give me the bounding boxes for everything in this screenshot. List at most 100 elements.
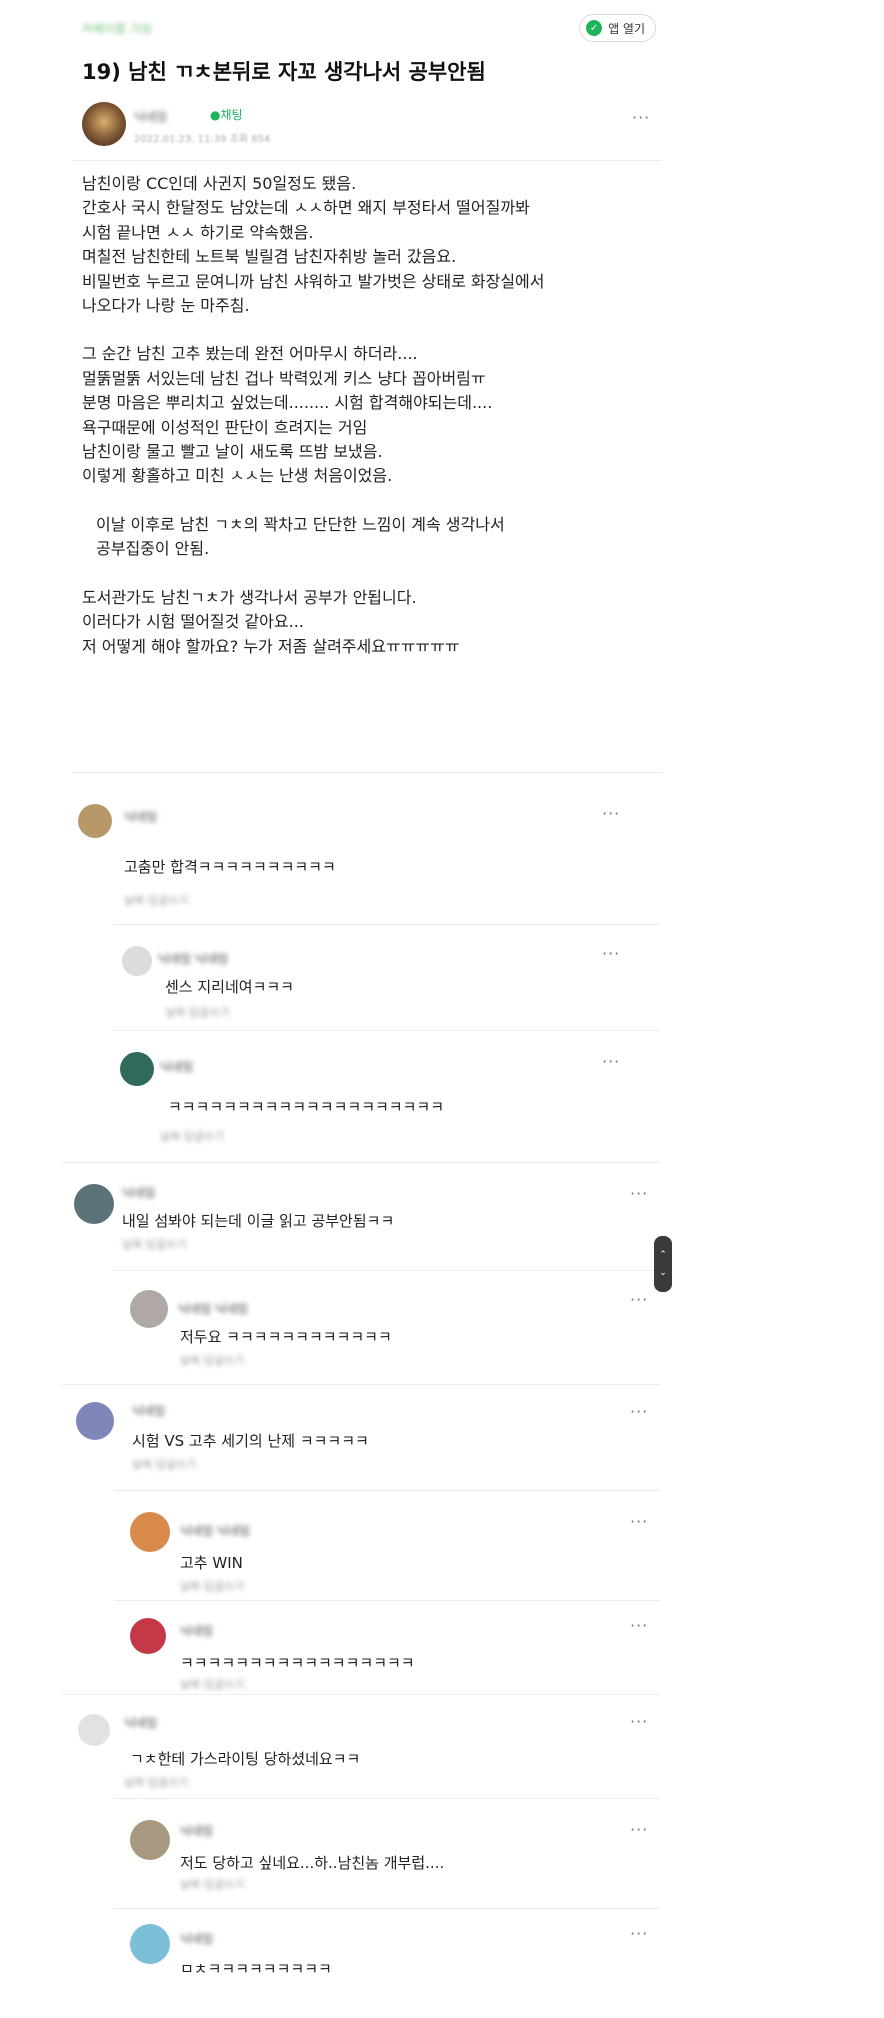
body-line: 이날 이후로 남친 ㄱㅊ의 꽉차고 단단한 느낌이 계속 생각나서	[96, 514, 505, 534]
body-line: 멀뚥멀뚥 서있는데 남친 겁나 박력있게 키스 냥다 꼽아버림ㅠ	[82, 368, 486, 388]
body-line: 분명 마음은 뿌리치고 싶었는데........ 시험 합격해야되는데....	[82, 393, 493, 413]
commenter-name[interactable]: 닉네임 닉네임	[178, 1300, 248, 1317]
body-line: 그 순간 남친 고추 봤는데 완전 어마무시 하더라....	[82, 344, 418, 364]
chat-link[interactable]: ●채팅	[210, 106, 243, 123]
body-line: 며칠전 남친한테 노트북 빌릴겸 남친자취방 놀러 갔음요.	[82, 247, 457, 267]
comment-meta: 날짜 답글쓰기	[180, 1878, 245, 1891]
comment-more-icon[interactable]: ···	[630, 1290, 648, 1309]
comment-text: ㅋㅋㅋㅋㅋㅋㅋㅋㅋㅋㅋㅋㅋㅋㅋㅋㅋㅋㅋㅋ	[168, 1098, 445, 1116]
comment-text: 고추 WIN	[180, 1554, 243, 1572]
comment-meta: 날짜 답글쓰기	[165, 1006, 230, 1019]
post-author: 닉네임 ●채팅 2022.01.23. 11:39 조회 854 ···	[82, 102, 656, 150]
comment-meta: 날짜 답글쓰기	[180, 1354, 245, 1367]
body-line: 남친이랑 물고 빨고 날이 새도록 뜨밤 보냈음.	[82, 442, 383, 462]
commenter-avatar[interactable]	[78, 804, 112, 838]
commenter-avatar[interactable]	[76, 1402, 114, 1440]
comment-text: ㅋㅋㅋㅋㅋㅋㅋㅋㅋㅋㅋㅋㅋㅋㅋㅋㅋ	[180, 1654, 415, 1672]
comment-text: ㅁㅊㅋㅋㅋㅋㅋㅋㅋㅋㅋ	[180, 1960, 332, 1978]
comment-divider	[62, 1162, 660, 1163]
comment-divider	[114, 1270, 660, 1271]
comment-meta: 날짜 답글쓰기	[180, 1580, 245, 1593]
comment-text: 내일 섬봐야 되는데 이글 읽고 공부안됨ㅋㅋ	[122, 1212, 395, 1230]
comment-more-icon[interactable]: ···	[602, 1052, 620, 1071]
body-line: 비밀번호 누르고 문여니까 남친 샤워하고 발가벗은 상태로 화장실에서	[82, 271, 545, 291]
author-name[interactable]: 닉네임	[134, 108, 167, 125]
comment-text: 고춤만 합격ㅋㅋㅋㅋㅋㅋㅋㅋㅋㅋ	[124, 858, 336, 876]
commenter-name[interactable]: 닉네임	[160, 1058, 193, 1075]
comment-more-icon[interactable]: ···	[630, 1820, 648, 1839]
commenter-name[interactable]: 닉네임	[180, 1822, 213, 1839]
chat-icon: ●	[210, 108, 221, 122]
commenter-name[interactable]: 닉네임 닉네임	[158, 950, 228, 967]
commenter-avatar[interactable]	[120, 1052, 154, 1086]
comment-text: ㄱㅊ한테 가스라이팅 당하셨네요ㅋㅋ	[130, 1750, 361, 1768]
comment-more-icon[interactable]: ···	[602, 944, 620, 963]
open-app-button[interactable]: ✓ 앱 열기	[579, 14, 656, 42]
body-line: 시험 끝나면 ㅅㅅ 하기로 약속했음.	[82, 222, 314, 242]
body-line: 남친이랑 CC인데 사귄지 50일정도 됐음.	[82, 174, 357, 193]
comment-more-icon[interactable]: ···	[630, 1712, 648, 1731]
body-line: 이러다가 시험 떨어질것 같아요...	[82, 612, 304, 632]
comment-meta: 날짜 답글쓰기	[180, 1678, 245, 1691]
body-line: 저 어떻게 해야 할까요? 누가 저좀 살려주세요ㅠㅠㅠㅠㅠ	[82, 636, 460, 656]
comment-meta: 날짜 답글쓰기	[124, 1776, 189, 1789]
comment-divider	[62, 1694, 660, 1695]
commenter-name[interactable]: 닉네임	[124, 808, 157, 825]
commenter-name[interactable]: 닉네임	[180, 1622, 213, 1639]
commenter-avatar[interactable]	[78, 1714, 110, 1746]
comment-meta: 날짜 답글쓰기	[124, 894, 189, 907]
cafe-name[interactable]: 카페이름 가림	[82, 20, 152, 37]
scroll-up-icon: ⌃	[659, 1250, 667, 1260]
commenter-avatar[interactable]	[130, 1512, 170, 1552]
comment-meta: 날짜 답글쓰기	[132, 1458, 197, 1471]
post-meta: 2022.01.23. 11:39 조회 854	[134, 134, 271, 145]
comment-meta: 날짜 답글쓰기	[122, 1238, 187, 1251]
post-body: 남친이랑 CC인데 사귄지 50일정도 됐음. 간호사 국시 한달정도 남았는데 …	[82, 172, 662, 659]
comment-more-icon[interactable]: ···	[630, 1616, 648, 1635]
comment-divider	[114, 1908, 660, 1909]
open-app-label: 앱 열기	[608, 21, 645, 36]
comment-more-icon[interactable]: ···	[630, 1924, 648, 1943]
body-line: 이렇게 황홀하고 미친 ㅅㅅ는 난생 처음이었음.	[82, 466, 393, 486]
comment-divider	[62, 1384, 660, 1385]
body-line: 도서관가도 남친ㄱㅊ가 생각나서 공부가 안됩니다.	[82, 587, 417, 607]
commenter-name[interactable]: 닉네임	[132, 1402, 165, 1419]
comment-more-icon[interactable]: ···	[630, 1402, 648, 1421]
comment-divider	[114, 1030, 660, 1031]
commenter-avatar[interactable]	[130, 1618, 166, 1654]
comment-more-icon[interactable]: ···	[602, 804, 620, 823]
scroll-handle[interactable]: ⌃ ⌄	[654, 1236, 672, 1292]
post-title: 19) 남친 ㄲㅊ본뒤로 자꼬 생각나서 공부안됨	[82, 60, 486, 84]
app-logo-icon: ✓	[586, 20, 603, 36]
commenter-name[interactable]: 닉네임	[122, 1184, 155, 1201]
comment-text: 저두요 ㅋㅋㅋㅋㅋㅋㅋㅋㅋㅋㅋㅋ	[180, 1328, 392, 1346]
body-line: 공부집중이 안됨.	[96, 539, 210, 559]
commenter-avatar[interactable]	[130, 1924, 170, 1964]
commenter-avatar[interactable]	[122, 946, 152, 976]
comment-divider	[114, 924, 660, 925]
commenter-name[interactable]: 닉네임 닉네임	[180, 1522, 250, 1539]
comment-divider	[114, 1798, 660, 1799]
post-more-icon[interactable]: ···	[632, 108, 650, 127]
comment-text: 저도 당하고 싶네요...하..남친놈 개부럽....	[180, 1854, 445, 1872]
comment-more-icon[interactable]: ···	[630, 1512, 648, 1531]
comment-more-icon[interactable]: ···	[630, 1184, 648, 1203]
commenter-avatar[interactable]	[74, 1184, 114, 1224]
body-line: 간호사 국시 한달정도 남았는데 ㅅㅅ하면 왜지 부정타서 떨어질까봐	[82, 198, 530, 218]
divider	[72, 160, 662, 161]
commenter-avatar[interactable]	[130, 1290, 168, 1328]
commenter-avatar[interactable]	[130, 1820, 170, 1860]
comment-text: 시험 VS 고추 세기의 난제 ㅋㅋㅋㅋㅋ	[132, 1432, 369, 1450]
comment-divider	[114, 1490, 660, 1491]
commenter-name[interactable]: 닉네임	[124, 1714, 157, 1731]
author-avatar[interactable]	[82, 102, 126, 146]
chat-label: 채팅	[220, 108, 243, 122]
comment-divider	[114, 1600, 660, 1601]
top-bar: 카페이름 가림 ✓ 앱 열기	[82, 14, 656, 44]
body-line: 나오다가 나랑 눈 마주침.	[82, 296, 250, 316]
divider	[72, 772, 662, 773]
commenter-name[interactable]: 닉네임	[180, 1930, 213, 1947]
